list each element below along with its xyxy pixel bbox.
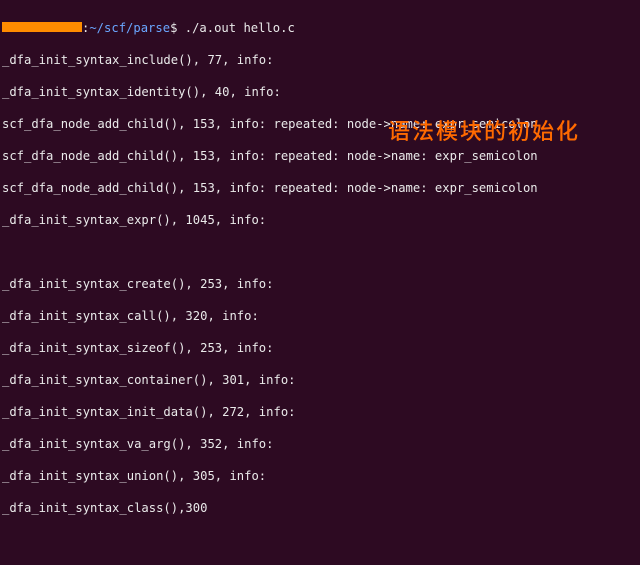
output-line: _dfa_init_syntax_identity(), 40, info:: [2, 84, 638, 100]
output-line: _dfa_init_syntax_expr(), 1045, info:: [2, 212, 638, 228]
output-line: _dfa_init_syntax_sizeof(), 253, info:: [2, 340, 638, 356]
output-line: _dfa_init_syntax_include(), 77, info:: [2, 52, 638, 68]
output-line: _dfa_init_syntax_create(), 253, info:: [2, 276, 638, 292]
output-line: _dfa_init_syntax_class(),300: [2, 500, 638, 516]
blank-line: [2, 532, 638, 548]
annotation-label: 语法模块的初始化: [388, 122, 580, 138]
blank-line: [2, 244, 638, 260]
prompt-path: ~/scf/parse: [89, 21, 170, 35]
prompt-line[interactable]: :~/scf/parse$ ./a.out hello.c: [2, 20, 638, 36]
output-line: _dfa_init_syntax_va_arg(), 352, info:: [2, 436, 638, 452]
output-line: scf_dfa_node_add_child(), 153, info: rep…: [2, 180, 638, 196]
output-line: _dfa_init_syntax_union(), 305, info:: [2, 468, 638, 484]
terminal-window[interactable]: :~/scf/parse$ ./a.out hello.c _dfa_init_…: [0, 0, 640, 565]
output-line: scf_dfa_node_add_child(), 153, info: rep…: [2, 148, 638, 164]
redacted-username: [2, 22, 82, 32]
command-text: ./a.out hello.c: [177, 21, 294, 35]
output-line: _dfa_init_syntax_init_data(), 272, info:: [2, 404, 638, 420]
output-line: _dfa_init_syntax_container(), 301, info:: [2, 372, 638, 388]
output-line: _dfa_init_syntax_call(), 320, info:: [2, 308, 638, 324]
